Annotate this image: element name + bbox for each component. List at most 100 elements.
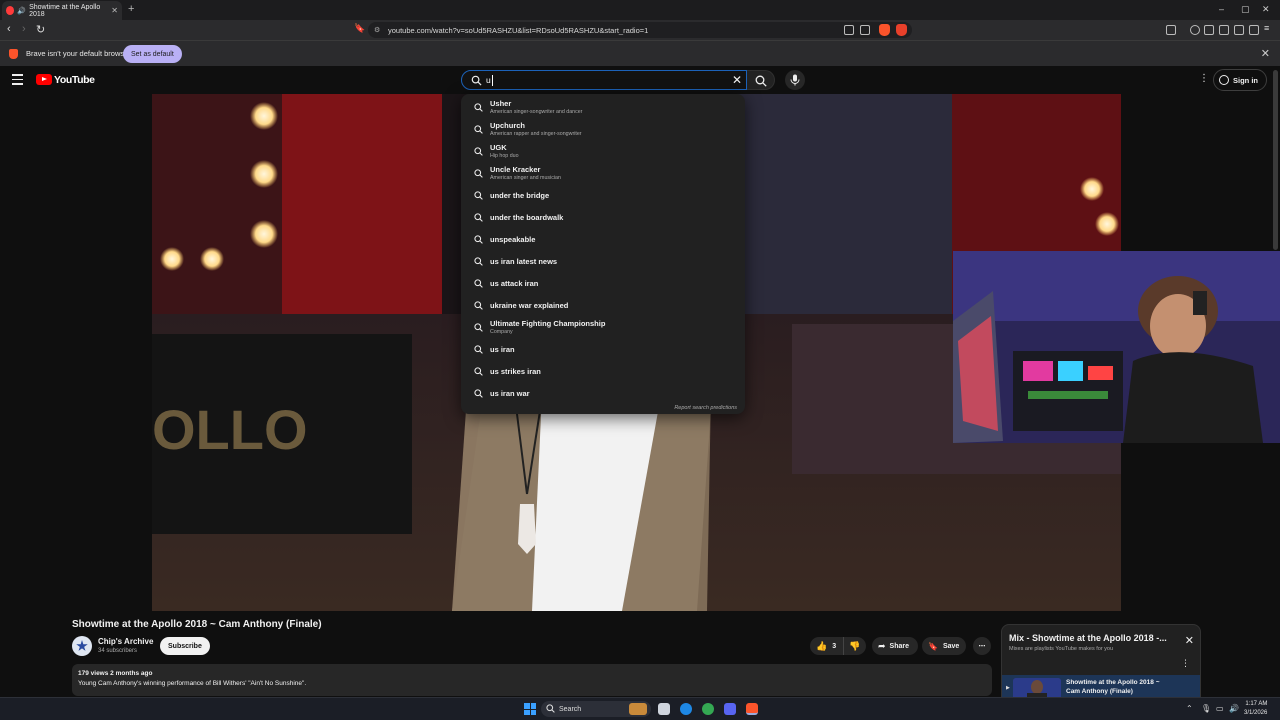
channel-avatar[interactable] bbox=[72, 636, 92, 656]
address-bar[interactable]: ⚙ youtube.com/watch?v=soUd5RASHZU&list=R… bbox=[368, 22, 912, 38]
sign-in-button[interactable]: Sign in bbox=[1213, 69, 1267, 91]
streamer-webcam-overlay bbox=[953, 251, 1280, 443]
suggestion-item[interactable]: Uncle Kracker American singer and musici… bbox=[461, 163, 745, 185]
suggestion-item[interactable]: us strikes iran bbox=[461, 361, 745, 383]
youtube-masthead: YouTube u ✕ ⋮ Sign in bbox=[0, 66, 1280, 94]
subscribe-button[interactable]: Subscribe bbox=[160, 637, 210, 655]
new-tab-button[interactable]: + bbox=[128, 3, 134, 15]
bookmark-save-icon: 🔖 bbox=[928, 641, 938, 651]
youtube-favicon-icon bbox=[6, 6, 15, 15]
minimize-window-button[interactable]: – bbox=[1219, 4, 1224, 14]
wallet-icon[interactable] bbox=[1219, 25, 1229, 35]
dislike-button[interactable]: 👎 bbox=[843, 637, 866, 655]
suggestion-text: Upchurch bbox=[490, 121, 526, 130]
close-window-button[interactable]: ✕ bbox=[1262, 4, 1270, 15]
mix-title[interactable]: Mix - Showtime at the Apollo 2018 -... bbox=[1009, 633, 1167, 643]
guide-menu-icon[interactable] bbox=[12, 74, 23, 85]
clear-search-icon[interactable]: ✕ bbox=[732, 73, 742, 87]
leo-ai-icon[interactable] bbox=[1234, 25, 1244, 35]
network-icon[interactable]: ▭ bbox=[1216, 704, 1224, 713]
mix-playlist-panel: Mix - Showtime at the Apollo 2018 -... M… bbox=[1001, 624, 1201, 700]
default-browser-infobar: Brave isn't your default browser Set as … bbox=[0, 40, 1280, 66]
search-icon bbox=[474, 191, 483, 200]
microphone-tray-icon[interactable]: 🎙 bbox=[1201, 704, 1211, 713]
channel-name[interactable]: Chip's Archive bbox=[98, 637, 153, 646]
suggestion-item[interactable]: under the boardwalk bbox=[461, 207, 745, 229]
site-settings-icon[interactable]: ⚙ bbox=[374, 26, 380, 34]
report-search-predictions-link[interactable]: Report search predictions bbox=[674, 405, 737, 411]
maximize-window-button[interactable]: ▢ bbox=[1241, 4, 1250, 15]
search-button[interactable] bbox=[747, 70, 775, 90]
audio-playing-icon[interactable]: 🔊 bbox=[17, 7, 26, 15]
search-icon bbox=[474, 323, 483, 332]
close-mix-icon[interactable]: ✕ bbox=[1185, 634, 1194, 647]
suggestion-item[interactable]: us attack iran bbox=[461, 273, 745, 295]
voice-search-button[interactable] bbox=[785, 70, 805, 90]
suggestion-item[interactable]: ukraine war explained bbox=[461, 295, 745, 317]
windows-start-icon[interactable] bbox=[524, 703, 536, 715]
brave-logo-icon bbox=[9, 49, 18, 59]
brave-taskbar-icon[interactable] bbox=[746, 703, 758, 715]
forward-icon[interactable]: › bbox=[22, 23, 26, 35]
task-view-icon[interactable] bbox=[658, 703, 670, 715]
media-icon[interactable] bbox=[1190, 25, 1200, 35]
edge-icon[interactable] bbox=[680, 703, 692, 715]
suggestion-subtext: Hip hop duo bbox=[490, 153, 519, 159]
close-tab-icon[interactable]: ✕ bbox=[111, 6, 118, 15]
suggestion-item[interactable]: UGK Hip hop duo bbox=[461, 141, 745, 163]
search-input[interactable]: u ✕ bbox=[461, 70, 747, 90]
show-hidden-icons-icon[interactable]: ⌃ bbox=[1186, 704, 1193, 713]
like-button[interactable]: 👍 3 bbox=[810, 637, 843, 655]
suggestion-item[interactable]: us iran bbox=[461, 339, 745, 361]
page-scrollbar[interactable] bbox=[1273, 70, 1278, 250]
search-icon bbox=[474, 345, 483, 354]
save-button[interactable]: 🔖 Save bbox=[922, 637, 966, 655]
playlist-item-title-line-2: Cam Anthony (Finale) bbox=[1066, 687, 1133, 695]
suggestion-item[interactable]: Ultimate Fighting Championship Company bbox=[461, 317, 745, 339]
reload-icon[interactable]: ↻ bbox=[36, 23, 45, 36]
browser-toolbar: ‹ › ↻ 🔖 ⚙ youtube.com/watch?v=soUd5RASHZ… bbox=[0, 20, 1280, 40]
suggestion-text: us attack iran bbox=[490, 279, 539, 288]
chrome-icon[interactable] bbox=[702, 703, 714, 715]
bookmark-icon[interactable]: 🔖 bbox=[354, 23, 365, 34]
youtube-logo-text[interactable]: YouTube bbox=[54, 74, 95, 86]
share-button[interactable]: ➦ Share bbox=[872, 637, 918, 655]
video-description-box[interactable]: 179 views 2 months ago Young Cam Anthony… bbox=[72, 664, 992, 696]
suggestion-item[interactable]: Upchurch American rapper and singer-song… bbox=[461, 119, 745, 141]
suggestion-text: under the boardwalk bbox=[490, 213, 564, 222]
reader-mode-icon[interactable] bbox=[1166, 25, 1176, 35]
suggestion-item[interactable]: Usher American singer-songwriter and dan… bbox=[461, 97, 745, 119]
text-caret bbox=[492, 75, 493, 86]
more-actions-button[interactable]: ⋯ bbox=[973, 637, 991, 655]
search-icon bbox=[474, 103, 483, 112]
browser-tab[interactable]: 🔊 Showtime at the Apollo 2018 ✕ bbox=[2, 1, 122, 20]
browser-menu-icon[interactable]: ≡ bbox=[1264, 23, 1269, 33]
suggestion-item[interactable]: unspeakable bbox=[461, 229, 745, 251]
close-infobar-icon[interactable]: ✕ bbox=[1261, 47, 1270, 60]
search-icon bbox=[474, 169, 483, 178]
back-icon[interactable]: ‹ bbox=[7, 23, 11, 35]
mix-more-icon[interactable]: ⋮ bbox=[1181, 658, 1190, 669]
taskbar-search-box[interactable]: Search bbox=[541, 701, 651, 717]
suggestion-item[interactable]: under the bridge bbox=[461, 185, 745, 207]
brave-shields-icon[interactable] bbox=[879, 24, 890, 36]
settings-more-icon[interactable]: ⋮ bbox=[1199, 73, 1209, 84]
suggestion-item[interactable]: us iran latest news bbox=[461, 251, 745, 273]
search-icon bbox=[474, 125, 483, 134]
discord-icon[interactable] bbox=[724, 703, 736, 715]
set-as-default-button[interactable]: Set as default bbox=[123, 45, 182, 63]
vpn-icon[interactable] bbox=[1249, 25, 1259, 35]
search-icon bbox=[546, 704, 555, 713]
search-icon bbox=[474, 147, 483, 156]
share-page-icon[interactable] bbox=[860, 25, 870, 35]
brave-rewards-icon[interactable] bbox=[896, 24, 907, 36]
volume-icon[interactable]: 🔊 bbox=[1229, 704, 1239, 713]
suggestion-text: us iran bbox=[490, 345, 515, 354]
system-clock[interactable]: 1:17 AM 3/1/2026 bbox=[1244, 700, 1267, 718]
search-icon bbox=[474, 213, 483, 222]
youtube-logo-icon[interactable] bbox=[36, 74, 52, 85]
search-input-value: u bbox=[486, 75, 491, 85]
suggestion-item[interactable]: us iran war bbox=[461, 383, 745, 405]
sidebar-icon[interactable] bbox=[1204, 25, 1214, 35]
cast-icon[interactable] bbox=[844, 25, 854, 35]
